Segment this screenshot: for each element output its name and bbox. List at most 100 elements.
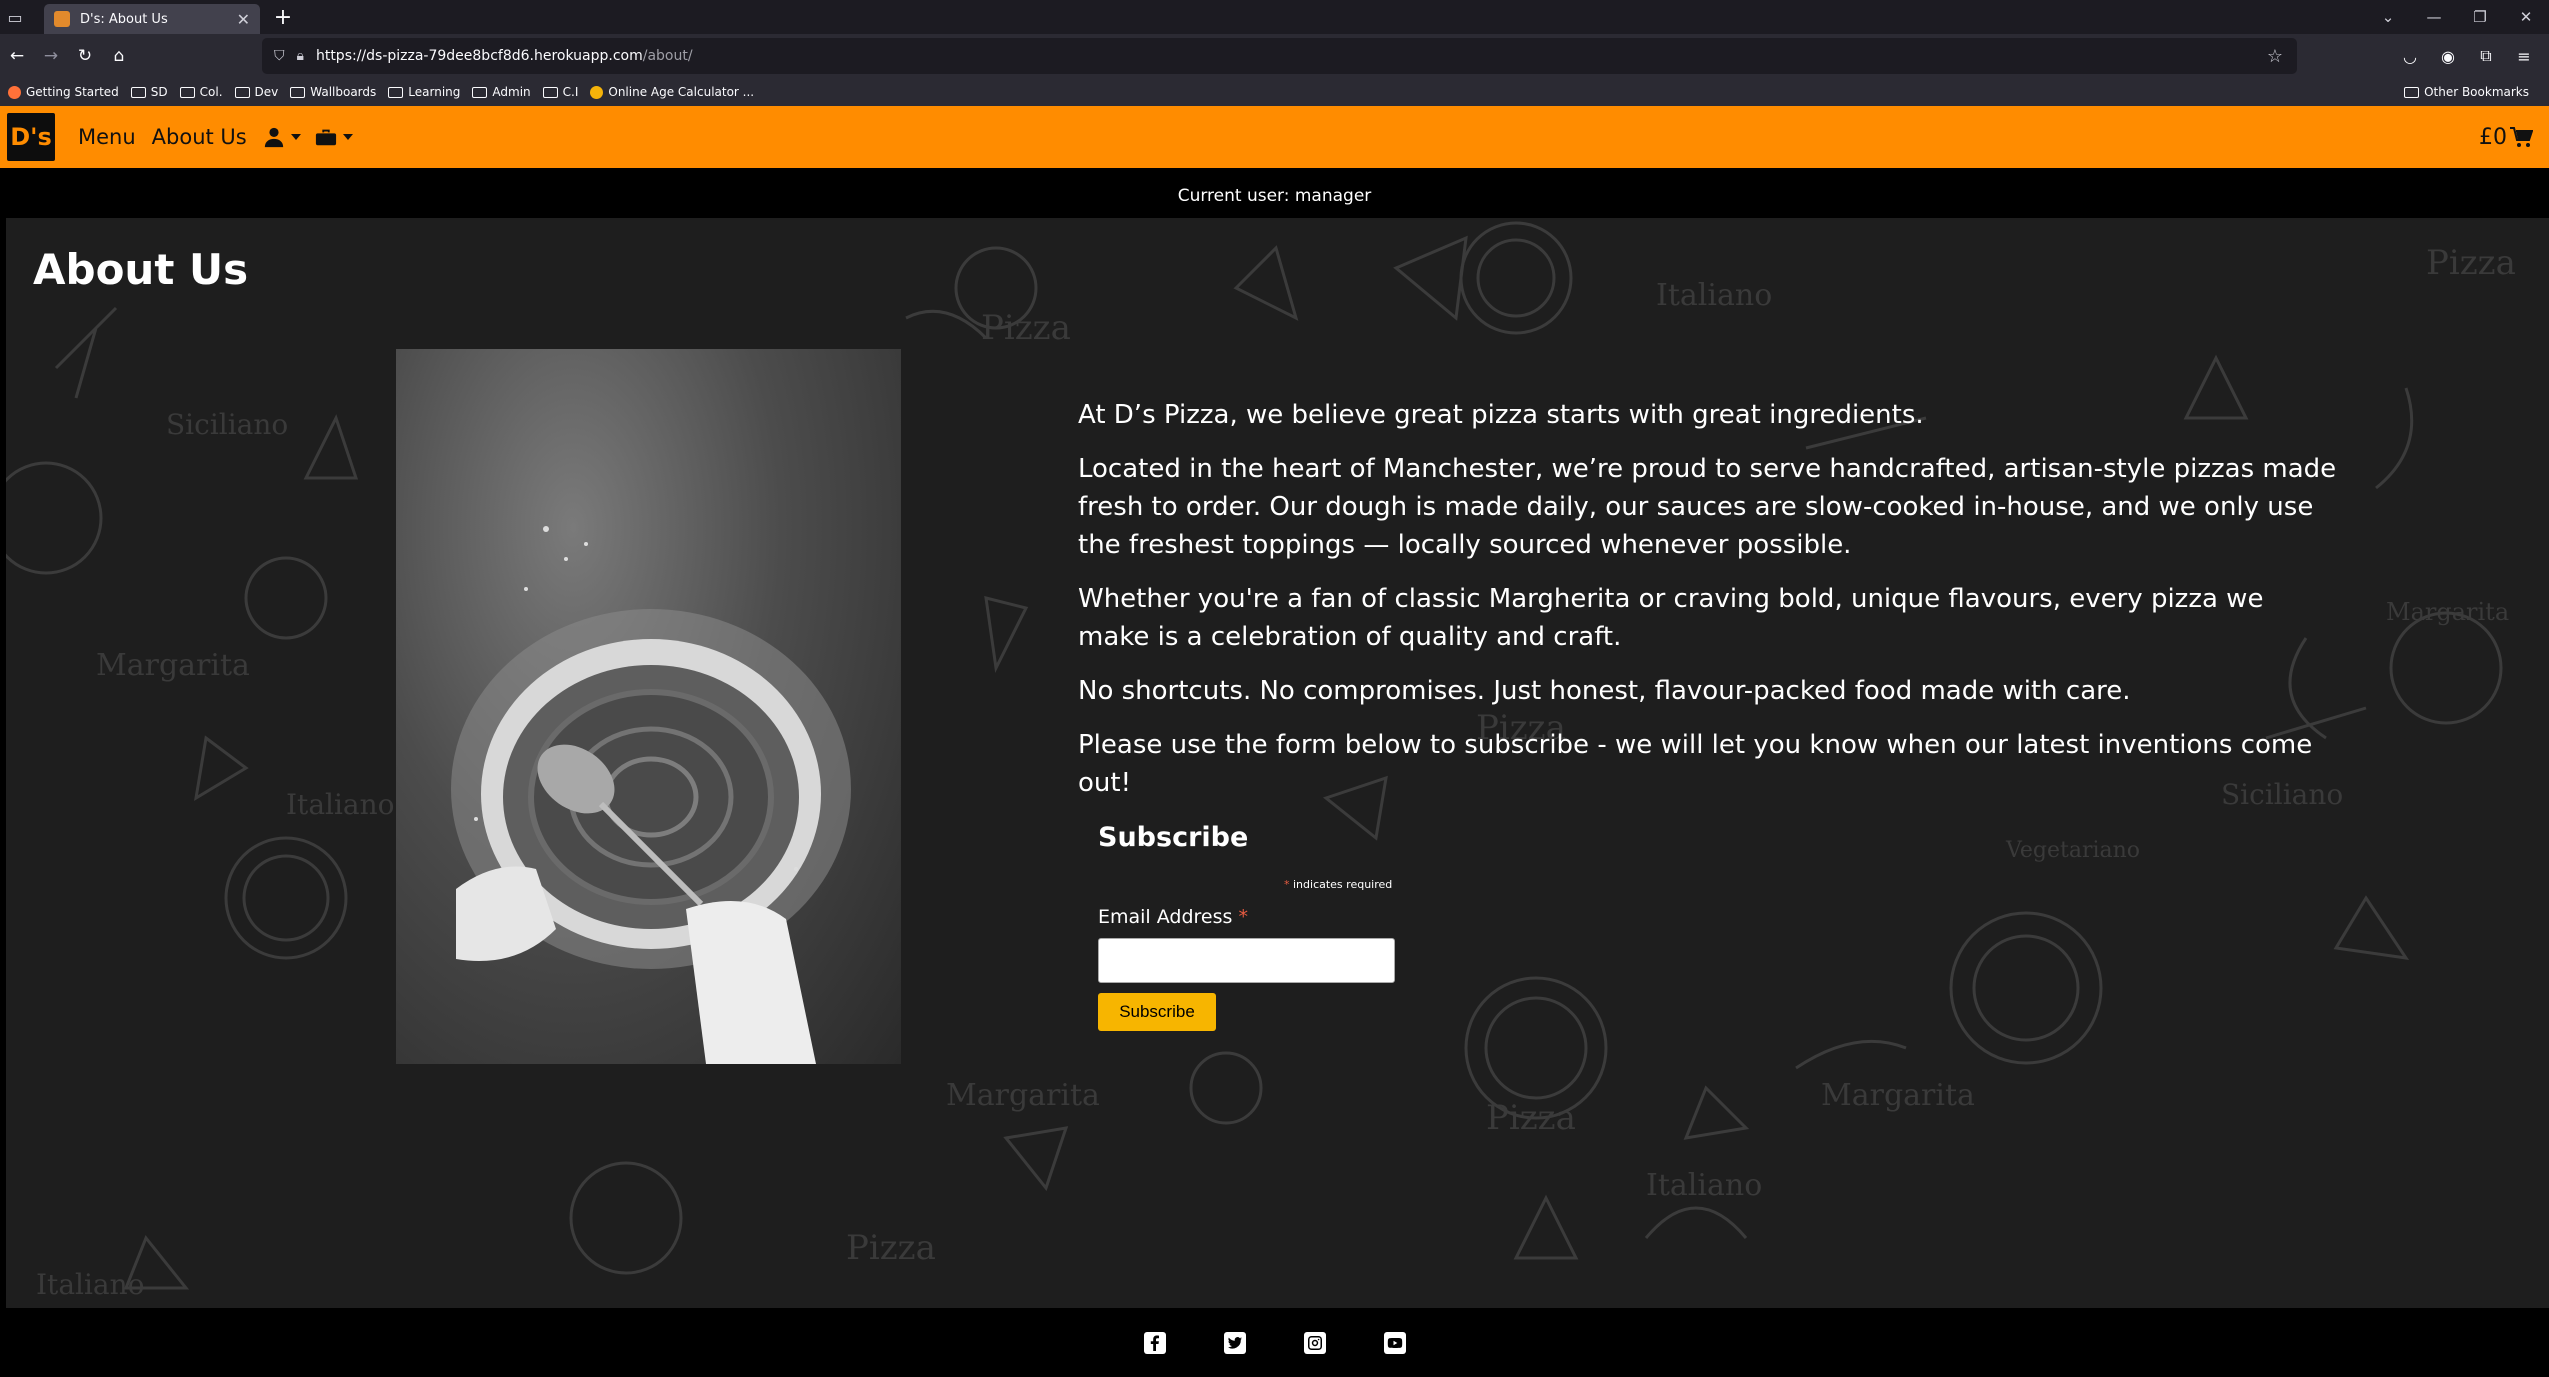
bookmark-star-icon[interactable]: ☆ [2267,46,2283,67]
about-paragraph: Please use the form below to subscribe -… [1078,730,2313,798]
back-button[interactable]: ← [0,39,34,73]
doodle-word: Pizza [2426,243,2516,283]
tab-overflow-icon[interactable]: ⌄ [2365,8,2411,26]
instagram-icon[interactable] [1303,1331,1326,1354]
email-label-text: Email Address [1098,906,1233,928]
doodle-word: Margarita [2386,598,2510,626]
chevron-down-icon [290,134,301,140]
cart-icon [2510,127,2533,147]
folder-icon [2404,86,2420,98]
bookmark-label: Online Age Calculator ... [608,85,755,99]
site-favicon-icon [54,11,70,27]
bookmark-label: Admin [492,85,531,99]
management-dropdown[interactable] [315,126,353,148]
about-text: At D’s Pizza, we believe great pizza sta… [1078,396,2338,818]
account-dropdown[interactable] [263,126,301,148]
site-nav: Menu About Us [78,125,367,149]
email-label: Email Address * [1098,906,1248,928]
required-note: * indicates required [1284,878,1392,891]
tab-title: D's: About Us [80,11,168,27]
subscribe-heading: Subscribe [1098,822,1249,853]
nav-menu-link[interactable]: Menu [78,125,136,149]
minimize-button[interactable]: — [2411,8,2457,26]
doodle-word: Siciliano [166,408,289,441]
pocket-icon[interactable]: ◡ [2391,47,2429,66]
required-note-text: indicates required [1293,878,1393,891]
bookmarks-bar: Getting Started SD Col. Dev Wallboards L… [0,78,2549,106]
nav-about-link[interactable]: About Us [152,125,247,149]
bookmark-age-calculator[interactable]: Online Age Calculator ... [590,85,754,99]
close-window-button[interactable]: ✕ [2503,8,2549,26]
age-calculator-icon [590,85,604,99]
doodle-word: Vegetariano [2006,838,2141,863]
bookmark-label: Col. [199,85,223,99]
account-icon[interactable]: ◉ [2429,47,2467,66]
restore-button[interactable]: ❐ [2457,8,2503,26]
browser-tab-active[interactable]: D's: About Us ✕ [44,4,260,34]
doodle-word: Italiano [36,1268,145,1301]
about-paragraph: No shortcuts. No compromises. Just hones… [1078,676,2131,706]
page-title: About Us [33,245,249,294]
lock-icon[interactable]: 🔒︎ [297,48,304,64]
bookmark-col[interactable]: Col. [179,85,223,99]
twitter-icon[interactable] [1223,1331,1246,1354]
forward-button[interactable]: → [34,39,68,73]
site-footer [0,1308,2549,1377]
bookmark-label: Learning [408,85,461,99]
bookmark-label: Wallboards [310,85,377,99]
doodle-word: Pizza [1486,1098,1576,1138]
bookmark-label: Getting Started [26,85,119,99]
pizza-photo-illustration [451,526,851,1064]
browser-tabbar: ▭ D's: About Us ✕ + ⌄ — ❐ ✕ [0,0,2549,34]
toolbar-right: ◡ ◉ ⧉ ≡ [2391,34,2543,78]
new-tab-button[interactable]: + [266,0,300,34]
folder-icon [472,86,488,98]
site-header: D's Menu About Us £0 [0,106,2549,168]
bookmark-label: C.I [562,85,579,99]
bookmark-label: SD [150,85,168,99]
window-controls: ⌄ — ❐ ✕ [2365,0,2549,34]
about-main: Pizza Italiano Siciliano Margarita Pizza… [6,218,2549,1308]
email-input[interactable] [1098,938,1395,983]
youtube-icon[interactable] [1383,1331,1406,1354]
cart-link[interactable]: £0 [2479,106,2533,168]
bookmark-wallboards[interactable]: Wallboards [290,85,376,99]
doodle-word: Italiano [1656,278,1773,313]
reload-button[interactable]: ↻ [68,39,102,73]
app-menu-icon[interactable]: ≡ [2505,47,2543,66]
bookmark-dev[interactable]: Dev [234,85,279,99]
browser-navbar: ← → ↻ ⌂ ⛉ 🔒︎ https://ds-pizza-79dee8bcf8… [0,34,2549,78]
extensions-icon[interactable]: ⧉ [2467,46,2505,66]
doodle-word: Pizza [846,1228,936,1268]
address-bar[interactable]: ⛉ 🔒︎ https://ds-pizza-79dee8bcf8d6.herok… [262,38,2297,74]
doodle-word: Italiano [286,788,395,821]
doodle-word: Margarita [946,1078,1100,1113]
folder-icon [290,86,306,98]
home-button[interactable]: ⌂ [102,39,136,73]
subscribe-button[interactable]: Subscribe [1098,993,1216,1031]
doodle-word: Pizza [981,308,1071,348]
toolbox-icon [315,129,336,146]
bookmark-label: Dev [254,85,279,99]
bookmark-other[interactable]: Other Bookmarks [2404,85,2529,99]
user-icon [264,127,283,148]
bookmark-admin[interactable]: Admin [472,85,531,99]
facebook-icon[interactable] [1143,1331,1166,1354]
folder-icon [234,86,250,98]
required-asterisk: * [1284,878,1290,891]
cart-total: £0 [2479,124,2507,150]
about-paragraph: At D’s Pizza, we believe great pizza sta… [1078,400,1924,430]
close-tab-icon[interactable]: ✕ [237,10,250,29]
folder-icon [130,86,146,98]
site-logo[interactable]: D's [7,113,55,161]
bookmark-sd[interactable]: SD [130,85,168,99]
tab-list-icon[interactable]: ▭ [0,0,30,34]
doodle-word: Margarita [1821,1078,1975,1113]
bookmark-ci[interactable]: C.I [542,85,579,99]
bookmark-getting-started[interactable]: Getting Started [8,85,119,99]
folder-icon [542,86,558,98]
shield-icon[interactable]: ⛉ [274,48,285,64]
firefox-icon [8,85,21,99]
bookmark-learning[interactable]: Learning [388,85,460,99]
doodle-word: Italiano [1646,1168,1763,1203]
